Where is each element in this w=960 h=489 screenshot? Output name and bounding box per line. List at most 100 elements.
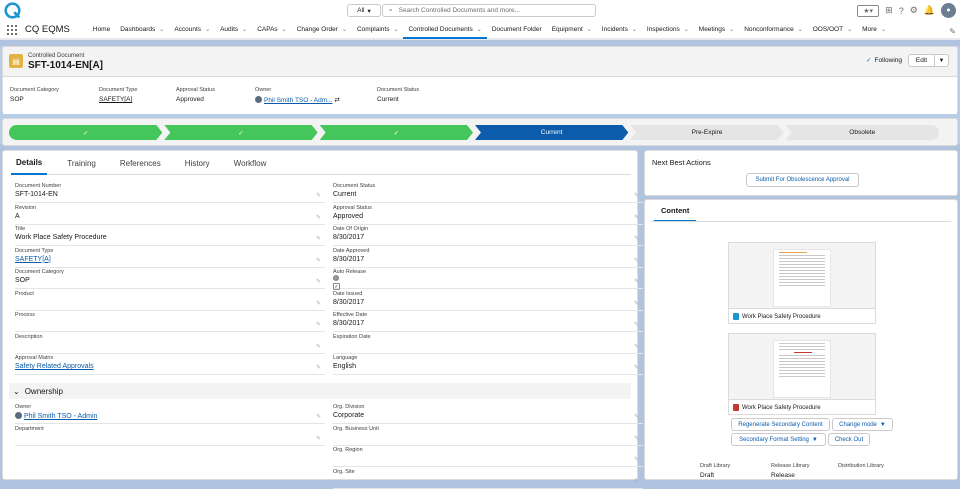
path-step-obsolete[interactable]: Obsolete	[785, 125, 939, 140]
edit-pencil-icon[interactable]: ✎	[634, 278, 639, 285]
path-step-pre-expire[interactable]: Pre-Expire	[630, 125, 783, 140]
secondary-format-setting-button[interactable]: Secondary Format Setting ▼	[731, 433, 826, 446]
edit-pencil-icon[interactable]: ✎	[316, 300, 321, 307]
field-org-region: Org. Region ✎	[333, 447, 643, 467]
path-step-completed[interactable]: ✓	[164, 125, 317, 140]
edit-pencil-icon[interactable]: ✎	[634, 413, 639, 420]
tab-content[interactable]: Content	[654, 200, 697, 222]
document-type-link[interactable]: SAFETY[A]	[99, 96, 137, 103]
chevron-down-icon[interactable]: ⌄	[587, 26, 592, 33]
nav-item-meetings[interactable]: Meetings ⌄	[694, 20, 739, 39]
edit-pencil-icon[interactable]: ✎	[316, 435, 321, 442]
next-best-actions-card: Next Best Actions Submit For Obsolescenc…	[644, 150, 958, 196]
change-owner-icon[interactable]: ⇄	[334, 97, 339, 104]
path-step-completed[interactable]: ✓	[320, 125, 473, 140]
change-mode-button[interactable]: Change mode ▼	[832, 418, 893, 431]
submit-obsolescence-button[interactable]: Submit For Obsolescence Approval	[746, 173, 859, 187]
user-avatar[interactable]: ●	[941, 3, 956, 18]
edit-pencil-icon[interactable]: ✎	[634, 300, 639, 307]
more-actions-dropdown[interactable]: ▼	[935, 54, 949, 67]
edit-pencil-icon[interactable]: ✎	[634, 214, 639, 221]
chevron-down-icon[interactable]: ⌄	[729, 26, 734, 33]
edit-pencil-icon[interactable]: ✎	[634, 364, 639, 371]
edit-pencil-icon[interactable]: ✎	[634, 343, 639, 350]
tab-training[interactable]: Training	[55, 151, 108, 175]
chevron-down-icon[interactable]: ⌄	[684, 26, 689, 33]
chevron-down-icon[interactable]: ⌄	[881, 26, 886, 33]
ownership-section-header[interactable]: ⌄ Ownership	[9, 383, 631, 399]
nav-item-change-order[interactable]: Change Order ⌄	[292, 20, 352, 39]
tab-details[interactable]: Details	[11, 151, 48, 175]
check-out-button[interactable]: Check Out	[828, 433, 870, 446]
regenerate-secondary-content-button[interactable]: Regenerate Secondary Content	[731, 418, 830, 431]
chevron-down-icon[interactable]: ⌄	[632, 26, 637, 33]
edit-nav-icon[interactable]: ✎	[949, 27, 956, 36]
nav-item-dashboards[interactable]: Dashboards ⌄	[115, 20, 169, 39]
following-button[interactable]: ✓ Following	[866, 56, 902, 65]
tab-history[interactable]: History	[173, 151, 222, 175]
edit-pencil-icon[interactable]: ✎	[316, 321, 321, 328]
tab-workflow[interactable]: Workflow	[222, 151, 279, 175]
help-icon[interactable]: ?	[899, 6, 904, 16]
field-document-status: Document Status Current ✎	[333, 183, 643, 203]
edit-pencil-icon[interactable]: ✎	[316, 257, 321, 264]
path-step-current[interactable]: Current	[475, 125, 628, 140]
owner-link[interactable]: Phil Smith TSO - Adm...	[264, 97, 333, 104]
nav-item-capas[interactable]: CAPAs ⌄	[252, 20, 292, 39]
chevron-down-icon[interactable]: ⌄	[205, 26, 210, 33]
chevron-down-icon[interactable]: ⌄	[477, 26, 482, 33]
chevron-down-icon[interactable]: ⌄	[342, 26, 347, 33]
edit-pencil-icon[interactable]: ✎	[634, 192, 639, 199]
file-preview-card[interactable]: Work Place Safety Procedure	[728, 242, 876, 324]
favorites-icon[interactable]: ★▾	[857, 4, 880, 17]
info-icon[interactable]: i	[333, 275, 339, 281]
nav-item-nonconformance[interactable]: Nonconformance ⌄	[739, 20, 808, 39]
chevron-down-icon[interactable]: ⌄	[159, 26, 164, 33]
edit-pencil-icon[interactable]: ✎	[316, 192, 321, 199]
edit-pencil-icon[interactable]: ✎	[634, 435, 639, 442]
edit-pencil-icon[interactable]: ✎	[634, 257, 639, 264]
edit-pencil-icon[interactable]: ✎	[316, 413, 321, 420]
nav-item-inspections[interactable]: Inspections ⌄	[642, 20, 694, 39]
nav-item-more[interactable]: More ⌄	[857, 20, 891, 39]
chevron-down-icon: ▼	[879, 421, 886, 428]
nav-item-accounts[interactable]: Accounts ⌄	[169, 20, 215, 39]
nav-item-equipment[interactable]: Equipment ⌄	[547, 20, 597, 39]
edit-pencil-icon[interactable]: ✎	[316, 235, 321, 242]
path-step-completed[interactable]: ✓	[9, 125, 162, 140]
edit-pencil-icon[interactable]: ✎	[316, 364, 321, 371]
approval-matrix-link[interactable]: Safety Related Approvals	[15, 363, 94, 370]
setup-gear-icon[interactable]: ⚙	[910, 5, 918, 16]
nav-item-incidents[interactable]: Incidents ⌄	[597, 20, 642, 39]
file-preview-card[interactable]: Work Place Safety Procedure	[728, 333, 876, 415]
edit-pencil-icon[interactable]: ✎	[316, 343, 321, 350]
tab-references[interactable]: References	[108, 151, 173, 175]
nav-item-controlled-documents[interactable]: Controlled Documents ⌄	[403, 20, 487, 39]
notifications-bell-icon[interactable]: 🔔	[924, 5, 935, 16]
chevron-down-icon[interactable]: ⌄	[798, 26, 803, 33]
edit-pencil-icon[interactable]: ✎	[634, 478, 639, 485]
owner-link[interactable]: Phil Smith TSO - Admin	[24, 413, 97, 420]
document-type-link[interactable]: SAFETY[A]	[15, 256, 51, 263]
global-search-input[interactable]: ⌕ Search Controlled Documents and more..…	[382, 4, 596, 17]
edit-button[interactable]: Edit	[908, 54, 935, 67]
edit-pencil-icon[interactable]: ✎	[316, 278, 321, 285]
edit-pencil-icon[interactable]: ✎	[634, 235, 639, 242]
nav-item-home[interactable]: Home	[88, 20, 115, 39]
chevron-down-icon[interactable]: ⌄	[242, 26, 247, 33]
nav-item-complaints[interactable]: Complaints ⌄	[352, 20, 404, 39]
edit-pencil-icon[interactable]: ✎	[634, 456, 639, 463]
file-name: Work Place Safety Procedure	[742, 313, 821, 320]
nav-item-audits[interactable]: Audits ⌄	[215, 20, 252, 39]
app-launcher-icon[interactable]	[7, 24, 17, 35]
chevron-down-icon[interactable]: ⌄	[282, 26, 287, 33]
edit-pencil-icon[interactable]: ✎	[634, 321, 639, 328]
add-icon[interactable]: ⊞	[885, 5, 893, 16]
nav-item-oos-oot[interactable]: OOS/OOT ⌄	[808, 20, 857, 39]
app-logo-icon[interactable]	[4, 2, 21, 19]
chevron-down-icon[interactable]: ⌄	[393, 26, 398, 33]
edit-pencil-icon[interactable]: ✎	[316, 214, 321, 221]
search-scope-select[interactable]: All ▾	[347, 4, 381, 17]
nav-item-document-folder[interactable]: Document Folder	[487, 20, 547, 39]
chevron-down-icon[interactable]: ⌄	[847, 26, 852, 33]
